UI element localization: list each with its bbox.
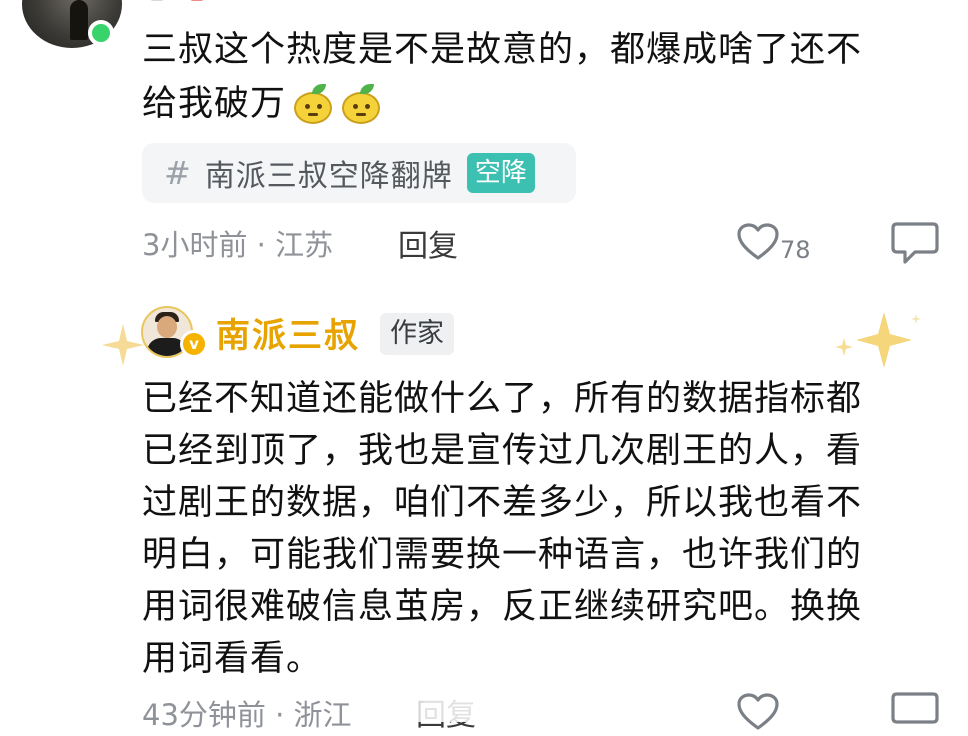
blur-overlay (360, 682, 520, 722)
comment-text-line: 过剧王的数据，咱们不差多少，所以我也看不 (142, 483, 863, 523)
online-status-icon (88, 20, 114, 46)
author-tag: 作家 (380, 313, 454, 355)
comment-meta: 43分钟前 · 浙江 (142, 698, 352, 732)
verified-badge-icon: v (180, 330, 208, 358)
sparkle-icon (835, 312, 921, 368)
heart-icon (737, 693, 779, 730)
hashtag-icon: # (164, 154, 191, 192)
comment-text-line: 明白，可能我们需要换一种语言，也许我们的 (142, 535, 863, 575)
comment-text-line: 三叔这个热度是不是故意的，都爆成啥了还不 (142, 30, 863, 70)
comment-text-line: 用词看看。 (142, 639, 323, 679)
comment-body: 已经不知道还能做什么了，所有的数据指标都 已经到顶了，我也是宣传过几次剧王的人，… (142, 373, 932, 685)
like-count: 78 (780, 236, 811, 264)
comment-text-line: 已经不知道还能做什么了，所有的数据指标都 (142, 379, 863, 419)
heart-icon (737, 223, 779, 260)
like-button[interactable] (736, 692, 796, 732)
comment-text-line: 给我破万 (142, 76, 382, 132)
topic-chip[interactable]: # 南派三叔空降翻牌 空降 (142, 143, 576, 203)
topic-badge: 空降 (466, 153, 535, 193)
lemon-emoji-icon (340, 84, 382, 124)
topic-label: 南派三叔空降翻牌 (204, 159, 453, 194)
comment-text-line: 用词很难破信息茧房，反正继续研究吧。换换 (142, 587, 863, 627)
comment-bubble-icon (891, 692, 939, 724)
like-button[interactable]: 78 (736, 222, 816, 266)
comment-button[interactable] (889, 688, 941, 728)
comment-button[interactable] (889, 218, 941, 268)
comment-meta: 3小时前 · 江苏 (142, 228, 334, 262)
author-name[interactable]: 南派三叔 (216, 308, 360, 357)
truncated-header (150, 0, 290, 6)
comment-bubble-icon (891, 222, 939, 264)
comment-text-line: 已经到顶了，我也是宣传过几次剧王的人，看 (142, 431, 863, 471)
reply-button[interactable]: 回复 (398, 221, 458, 265)
comment-text: 给我破万 (142, 84, 287, 124)
lemon-emoji-icon (292, 84, 334, 124)
